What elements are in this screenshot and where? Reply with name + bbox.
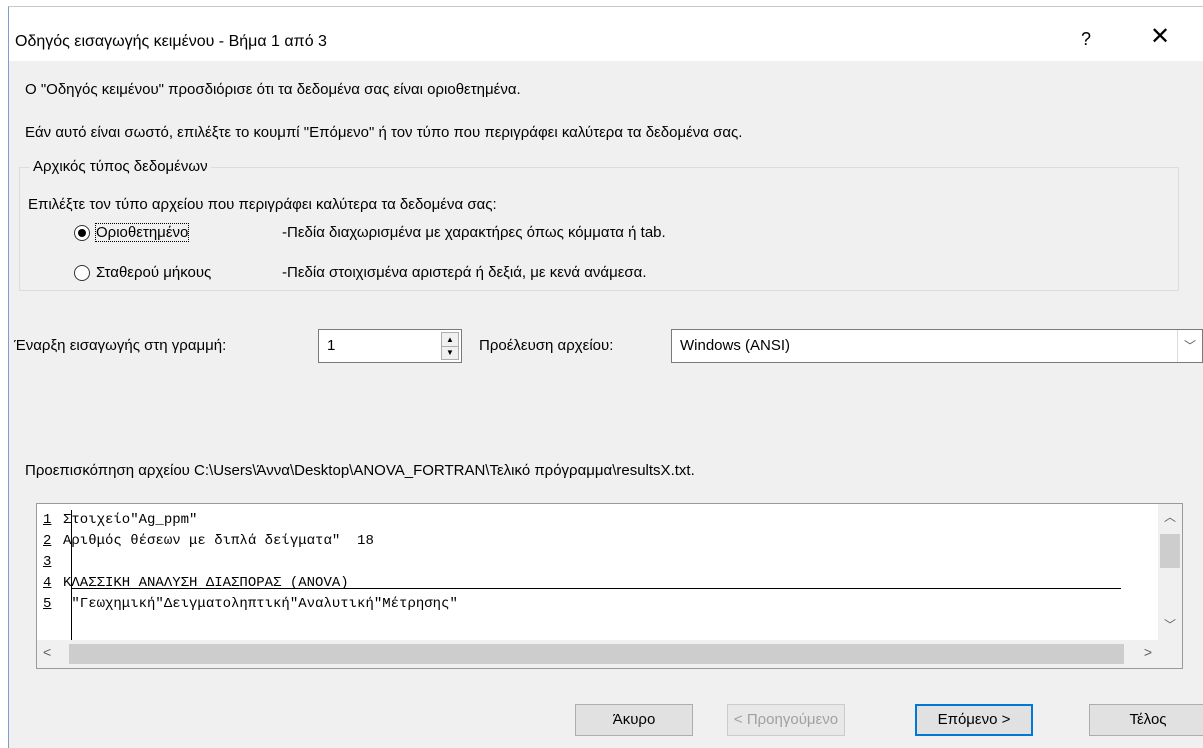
- previous-button[interactable]: < Προηγούμενο: [727, 704, 845, 736]
- window-title: Οδηγός εισαγωγής κειμένου - Βήμα 1 από 3: [15, 33, 327, 50]
- radio-fixed-width-button[interactable]: [74, 265, 90, 281]
- horizontal-scroll-thumb[interactable]: [69, 644, 1124, 664]
- start-row-label: Έναρξη εισαγωγής στη γραμμή:: [14, 337, 227, 354]
- preview-label: Προεπισκόπηση αρχείου C:\Users\Άννα\Desk…: [25, 462, 695, 479]
- radio-fixed-width-label[interactable]: Σταθερού μήκους: [96, 264, 211, 281]
- file-origin-value[interactable]: Windows (ANSI): [680, 337, 790, 354]
- scroll-right-icon[interactable]: >: [1144, 644, 1152, 660]
- preview-row: 1 Στοιχείο"Ag_ppm": [37, 510, 1157, 531]
- row-number: 1: [43, 512, 52, 528]
- row-number: 4: [43, 575, 52, 591]
- cancel-button[interactable]: Άκυρο: [575, 704, 693, 736]
- title-bar: Οδηγός εισαγωγής κειμένου - Βήμα 1 από 3…: [9, 7, 1203, 61]
- row-number: 5: [43, 596, 52, 612]
- scroll-left-icon[interactable]: <: [43, 644, 51, 660]
- preview-row: 5 "Γεωχημική"Δειγματοληπτική"Αναλυτική"Μ…: [37, 594, 1157, 615]
- stepper-down-icon[interactable]: ▼: [442, 346, 458, 359]
- scroll-up-icon[interactable]: ︿: [1158, 508, 1182, 528]
- chevron-down-icon[interactable]: ﹀: [1177, 330, 1202, 362]
- row-number: 3: [43, 554, 52, 570]
- row-text: Αριθμός θέσεων με διπλά δείγματα" 18: [63, 533, 374, 549]
- row-text: "Γεωχημική"Δειγματοληπτική"Αναλυτική"Μέτ…: [63, 596, 458, 612]
- row-text: Στοιχείο"Ag_ppm": [63, 512, 198, 528]
- row-number: 2: [43, 533, 52, 549]
- radio-fixed-width-description: -Πεδία στοιχισμένα αριστερά ή δεξιά, με …: [282, 264, 647, 281]
- text-import-wizard-dialog: Οδηγός εισαγωγής κειμένου - Βήμα 1 από 3…: [8, 6, 1203, 748]
- vertical-scrollbar[interactable]: ︿ ﹀: [1158, 504, 1182, 640]
- group-legend: Αρχικός τύπος δεδομένων: [30, 158, 211, 175]
- radio-delimited-button[interactable]: [74, 225, 90, 241]
- vertical-scroll-thumb[interactable]: [1160, 534, 1180, 568]
- intro-line-2: Εάν αυτό είναι σωστό, επιλέξτε το κουμπί…: [25, 124, 743, 141]
- stepper-up-icon[interactable]: ▲: [442, 333, 458, 347]
- horizontal-scrollbar[interactable]: < >: [37, 640, 1182, 668]
- close-button[interactable]: ✕: [1150, 25, 1170, 49]
- row-text: ΚΛΑΣΣΙΚΗ ΑΝΑΛΥΣΗ ΔΙΑΣΠΟΡΑΣ (ANOVA): [63, 575, 349, 591]
- start-row-stepper[interactable]: 1 ▲ ▼: [318, 329, 462, 363]
- original-data-type-group: Αρχικός τύπος δεδομένων Επιλέξτε τον τύπ…: [19, 158, 1179, 291]
- next-button[interactable]: Επόμενο >: [915, 704, 1033, 736]
- radio-delimited-description: -Πεδία διαχωρισμένα με χαρακτήρες όπως κ…: [282, 224, 666, 241]
- finish-button[interactable]: Τέλος: [1089, 704, 1203, 736]
- preview-row: 4 ΚΛΑΣΣΙΚΗ ΑΝΑΛΥΣΗ ΔΙΑΣΠΟΡΑΣ (ANOVA): [37, 573, 1157, 594]
- start-row-value[interactable]: 1: [327, 337, 335, 354]
- preview-row: 2 Αριθμός θέσεων με διπλά δείγματα" 18: [37, 531, 1157, 552]
- scroll-down-icon[interactable]: ﹀: [1158, 616, 1182, 636]
- group-description: Επιλέξτε τον τύπο αρχείου που περιγράφει…: [28, 196, 497, 213]
- preview-text: 1 Στοιχείο"Ag_ppm" 2 Αριθμός θέσεων με διπ…: [37, 510, 1157, 646]
- stepper-buttons: ▲ ▼: [441, 332, 459, 360]
- file-origin-select[interactable]: Windows (ANSI) ﹀: [671, 329, 1203, 363]
- radio-delimited-label[interactable]: Οριοθετημένο: [94, 223, 190, 242]
- preview-row: 3: [37, 552, 1157, 573]
- file-preview[interactable]: 1 Στοιχείο"Ag_ppm" 2 Αριθμός θέσεων με διπ…: [36, 503, 1183, 669]
- intro-line-1: Ο "Οδηγός κειμένου" προσδιόρισε ότι τα δ…: [25, 81, 521, 98]
- help-button[interactable]: ?: [1081, 29, 1091, 50]
- file-origin-label: Προέλευση αρχείου:: [479, 337, 614, 354]
